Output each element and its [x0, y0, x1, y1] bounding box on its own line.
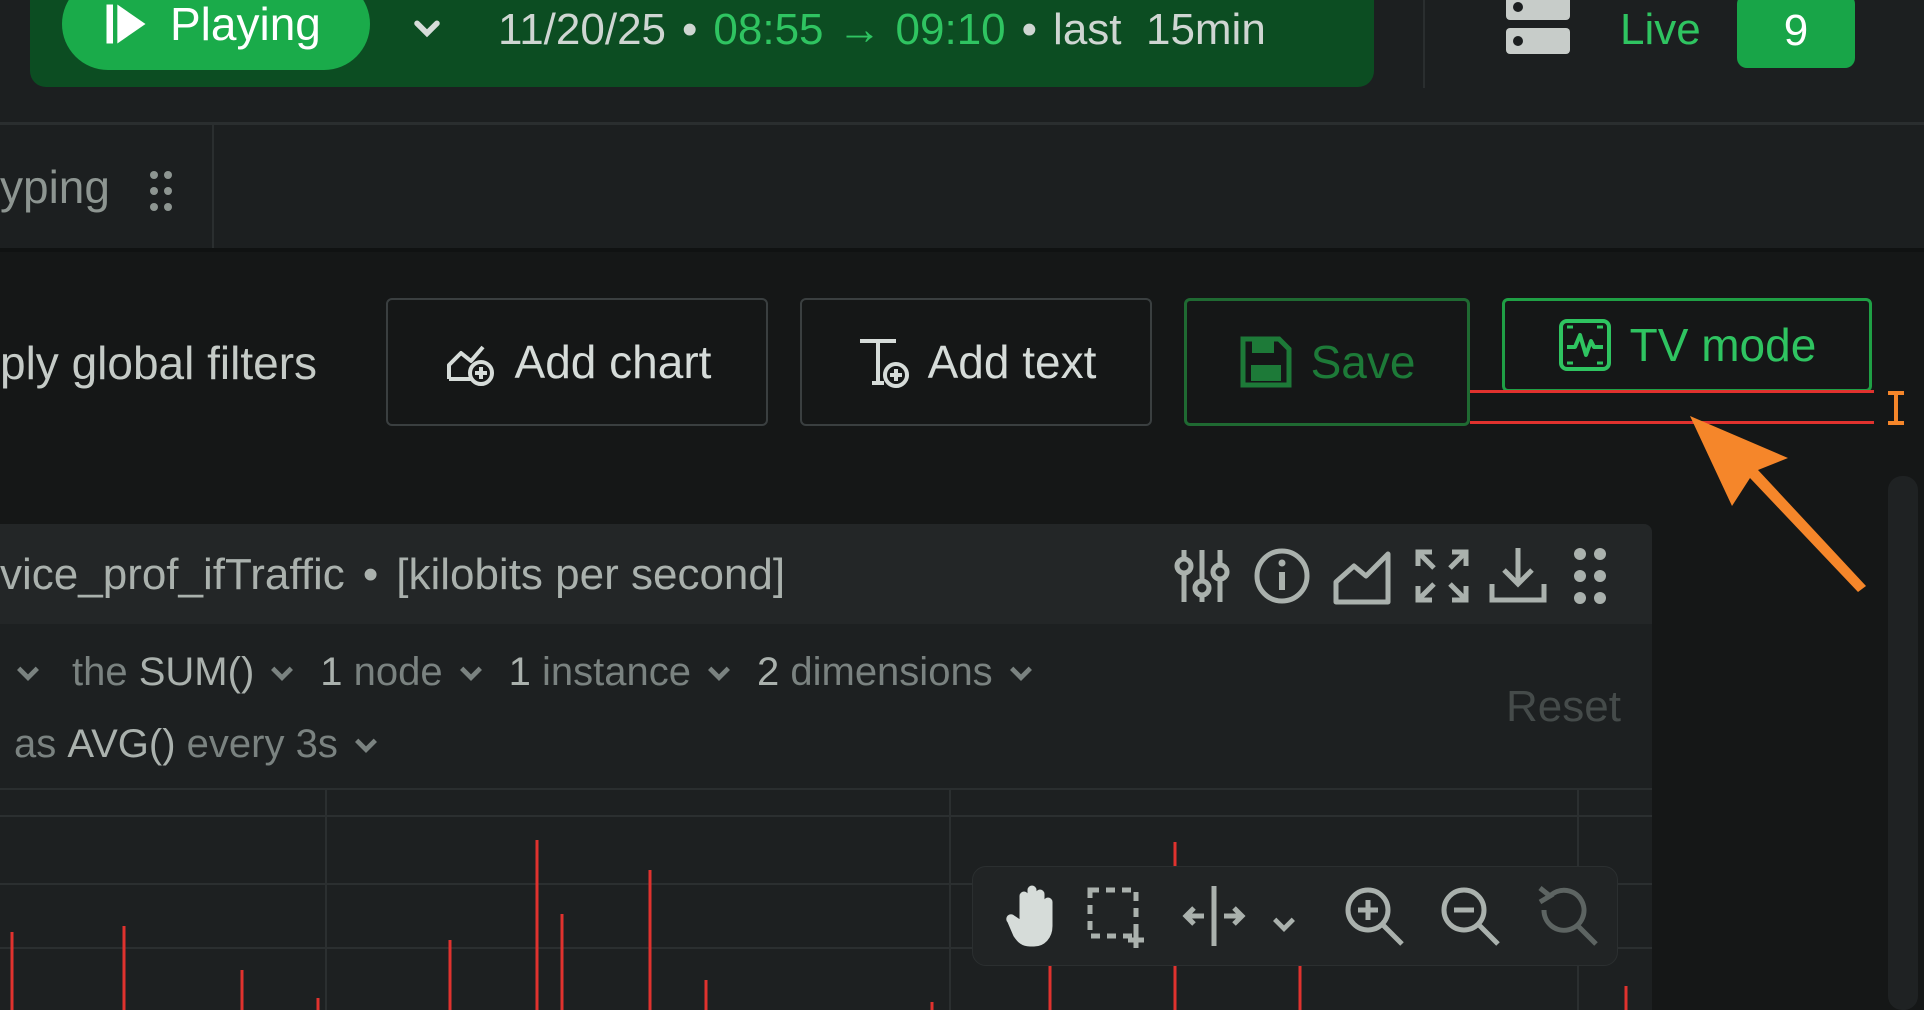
chevron-down-icon[interactable]: [14, 659, 42, 687]
server-icon[interactable]: [1504, 0, 1572, 64]
play-label: Playing: [170, 0, 321, 50]
zoom-in-icon[interactable]: [1340, 880, 1408, 952]
range-arrow: →: [837, 5, 882, 54]
start-time: 08:55: [713, 5, 824, 54]
chart-filters-row: the SUM() 1 node 1 instance 2 dimensions: [14, 650, 1059, 695]
text-cursor-icon: [1888, 391, 1904, 425]
download-icon[interactable]: [1486, 544, 1550, 608]
end-time: 09:10: [895, 5, 1006, 54]
tv-mode-button[interactable]: TV mode: [1502, 298, 1872, 392]
nodes-label[interactable]: node: [354, 650, 443, 695]
time-aggregation-select[interactable]: AVG(): [67, 722, 175, 767]
apply-global-filters-label[interactable]: ply global filters: [0, 336, 317, 390]
drag-handle-icon[interactable]: [146, 168, 176, 214]
the-label: the: [72, 650, 128, 694]
save-icon: [1240, 336, 1292, 388]
settings-sliders-icon[interactable]: [1170, 544, 1234, 608]
tab-separator: [212, 125, 214, 250]
save-button[interactable]: Save: [1184, 298, 1470, 426]
dimensions-label[interactable]: dimensions: [790, 650, 992, 695]
zoom-reset-icon[interactable]: [1534, 880, 1602, 952]
annotation-arrow-icon: [1690, 416, 1866, 592]
aggregation-select[interactable]: SUM(): [139, 650, 255, 695]
tab-row: [0, 125, 1924, 250]
fullscreen-icon[interactable]: [1410, 544, 1474, 608]
chart-title-text: vice_prof_ifTraffic: [0, 550, 345, 599]
tv-mode-label: TV mode: [1629, 319, 1817, 371]
add-text-label: Add text: [927, 336, 1097, 388]
nodes-count[interactable]: 1: [320, 650, 342, 695]
time-range[interactable]: 11/20/25 • 08:55 → 09:10 • last 15min: [498, 0, 1266, 60]
range-label: last 15min: [1053, 5, 1266, 54]
add-text-button[interactable]: Add text: [800, 298, 1152, 426]
select-area-icon[interactable]: [1082, 880, 1150, 952]
chevron-down-icon[interactable]: [705, 659, 733, 687]
instances-count[interactable]: 1: [509, 650, 531, 695]
every-label[interactable]: every 3s: [187, 722, 338, 767]
chevron-down-icon[interactable]: [410, 12, 444, 46]
info-icon[interactable]: [1250, 544, 1314, 608]
add-chart-icon: [446, 345, 494, 386]
reset-button[interactable]: Reset: [1506, 682, 1621, 732]
chevron-down-icon[interactable]: [352, 731, 380, 759]
bullet: •: [1021, 5, 1038, 54]
tab-row-border: [0, 248, 1924, 252]
chart-units: [kilobits per second]: [396, 550, 786, 599]
pan-hand-icon[interactable]: [1000, 880, 1068, 952]
date-text: 11/20/25: [498, 5, 667, 54]
annotation-line-top: [1470, 390, 1874, 393]
column-resize-icon[interactable]: [1180, 880, 1248, 952]
chart-title: vice_prof_ifTraffic • [kilobits per second…: [0, 550, 785, 600]
time-aggregation-row: as AVG() every 3s: [14, 722, 404, 767]
tab-title[interactable]: yping: [0, 160, 110, 214]
add-text-icon: [859, 339, 909, 388]
bullet: •: [682, 5, 698, 54]
chevron-down-icon[interactable]: [1270, 910, 1298, 938]
instances-label[interactable]: instance: [542, 650, 691, 695]
zoom-out-icon[interactable]: [1436, 880, 1504, 952]
top-bar-separator: [1423, 0, 1425, 88]
tv-mode-icon: [1558, 319, 1611, 371]
add-chart-button[interactable]: Add chart: [386, 298, 768, 426]
play-icon: [106, 4, 146, 44]
live-label[interactable]: Live: [1620, 2, 1701, 58]
drag-handle-icon[interactable]: [1558, 544, 1622, 608]
chevron-down-icon[interactable]: [1007, 659, 1035, 687]
add-chart-label: Add chart: [514, 336, 712, 388]
save-label: Save: [1310, 336, 1416, 388]
live-count-badge[interactable]: 9: [1737, 0, 1855, 68]
page-scrollbar[interactable]: [1888, 476, 1918, 1010]
chevron-down-icon[interactable]: [268, 659, 296, 687]
title-separator: •: [362, 550, 379, 599]
dimensions-count[interactable]: 2: [757, 650, 779, 695]
chart-type-icon[interactable]: [1330, 544, 1394, 608]
chevron-down-icon[interactable]: [457, 659, 485, 687]
play-toggle-button[interactable]: Playing: [62, 0, 370, 70]
as-label: as: [14, 722, 57, 766]
